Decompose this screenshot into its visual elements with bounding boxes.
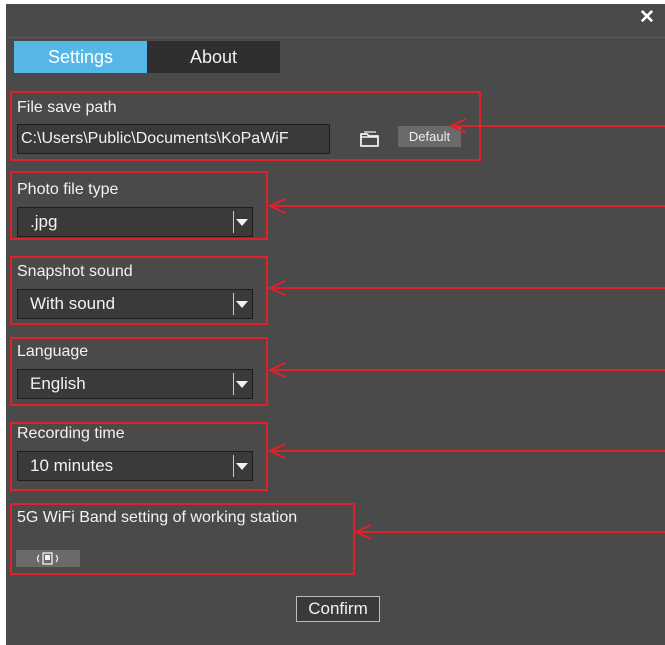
close-button[interactable]: ✕ [637, 8, 657, 28]
callout-wifi-band [10, 503, 355, 575]
tab-settings[interactable]: Settings [14, 41, 147, 73]
callout-snapshot-sound [10, 256, 268, 325]
title-bar: ✕ [6, 4, 665, 38]
confirm-button[interactable]: Confirm [296, 596, 380, 622]
tab-about[interactable]: About [147, 41, 280, 73]
callout-file-save-path [10, 91, 481, 161]
callout-language [10, 337, 268, 406]
tab-bar: Settings About [14, 41, 280, 73]
callout-recording-time [10, 422, 268, 491]
callout-photo-file-type [10, 171, 268, 240]
